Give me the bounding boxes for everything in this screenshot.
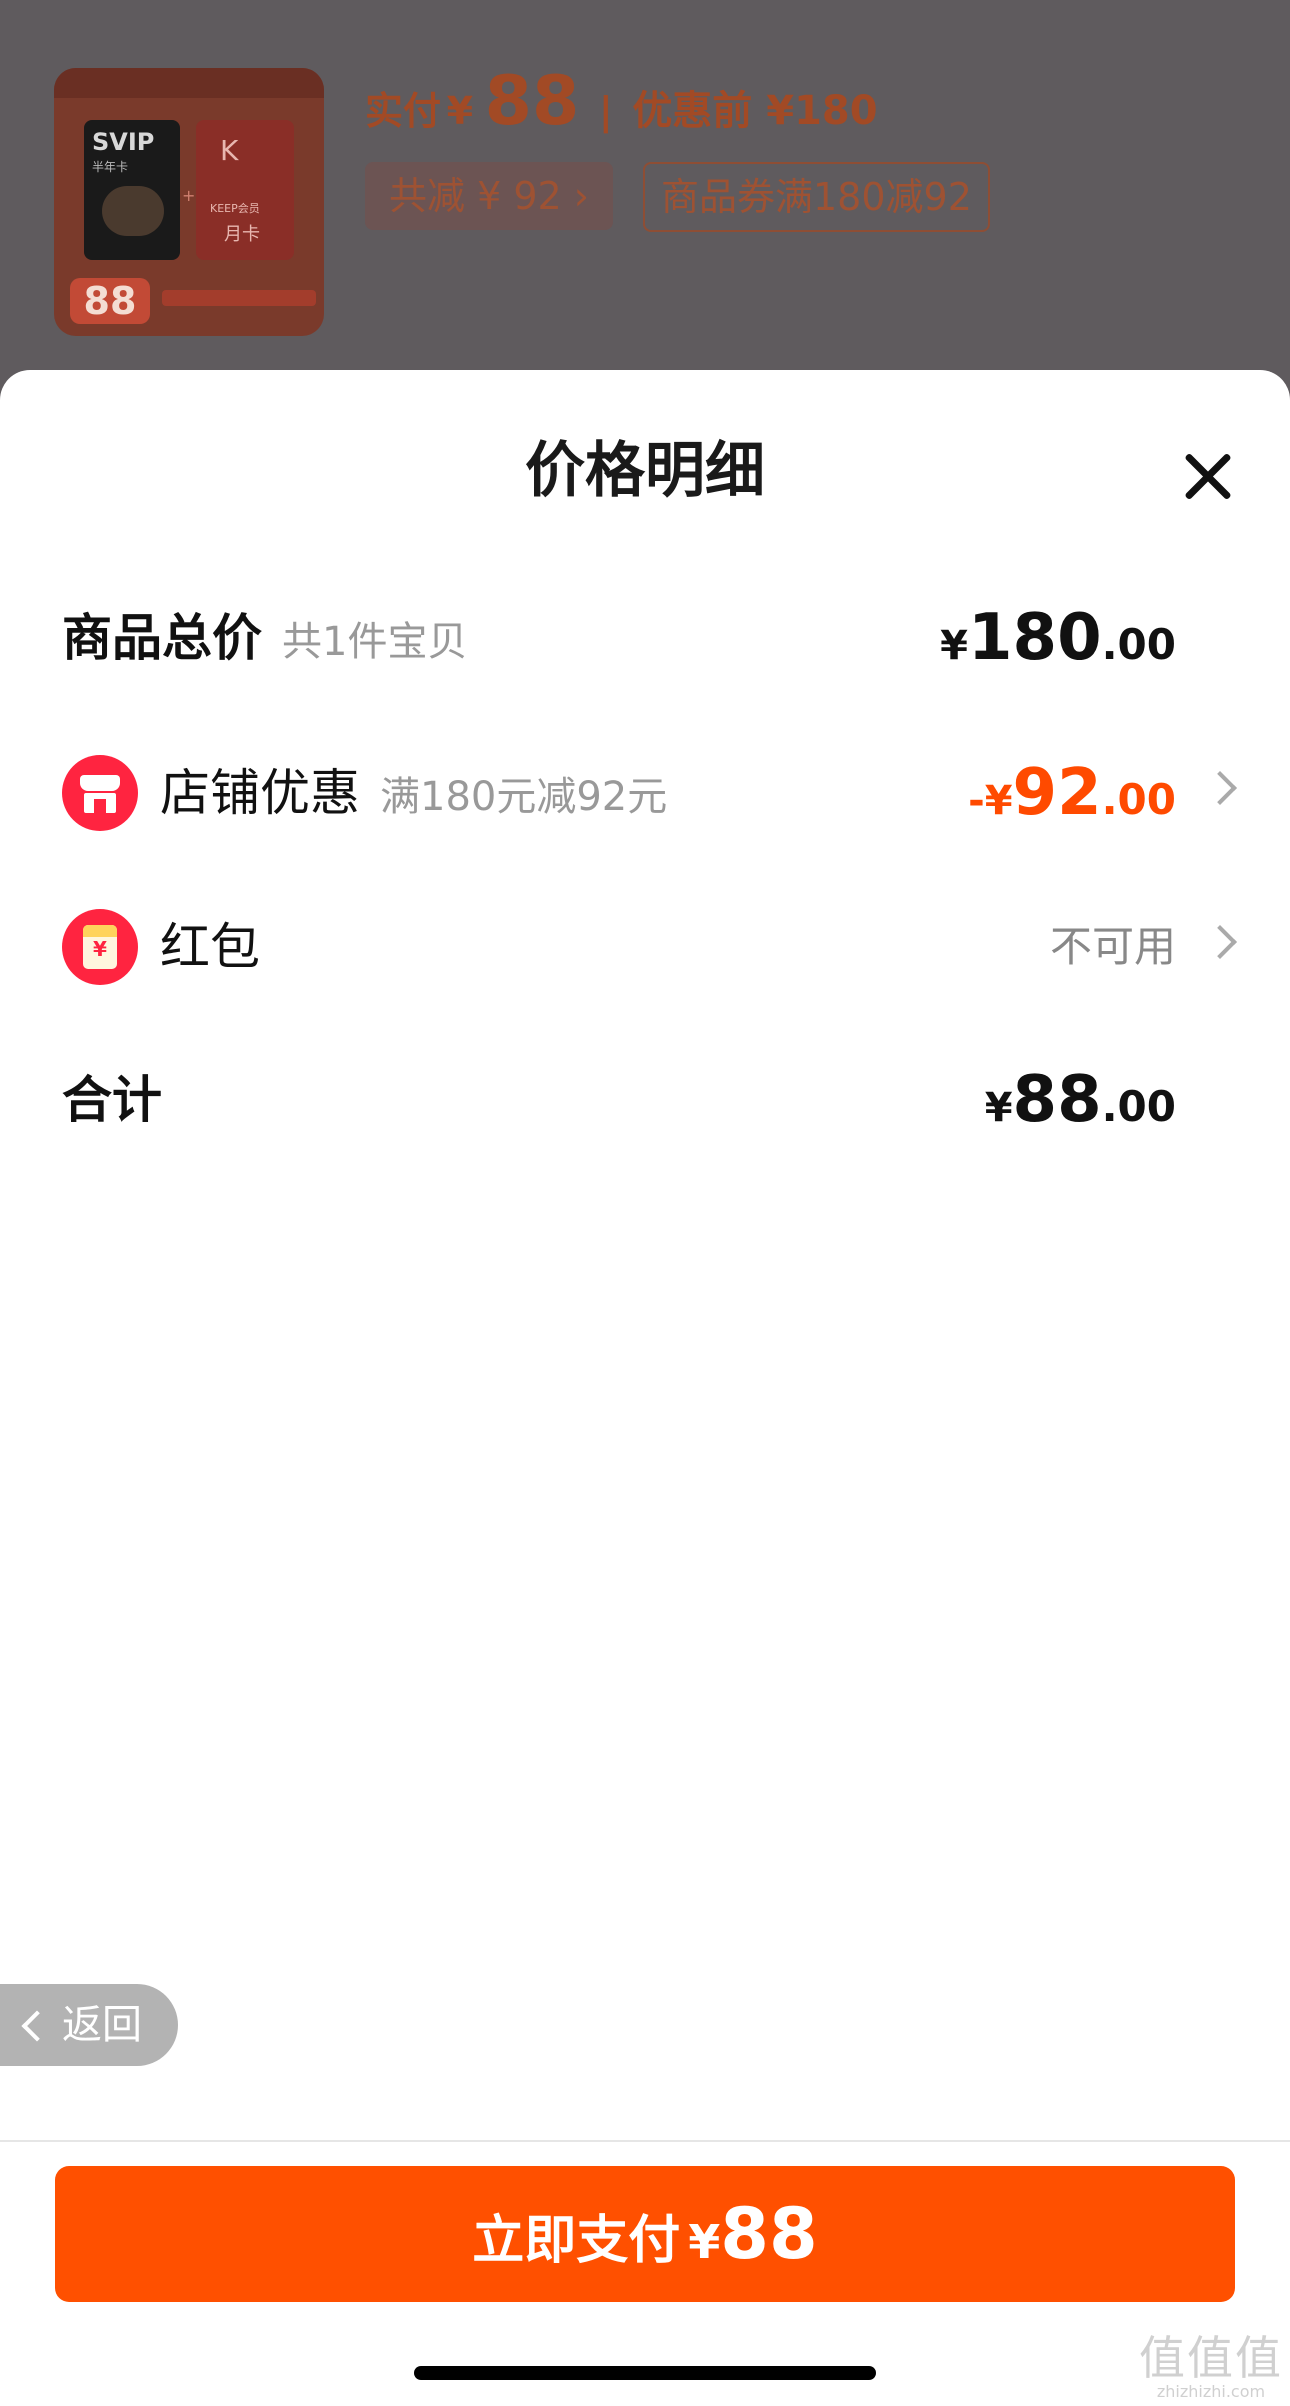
thumbnail-footer-strip — [162, 290, 316, 306]
pay-now-amount: 88 — [720, 2193, 818, 2275]
close-icon[interactable] — [1180, 448, 1236, 504]
shop-discount-currency: ¥ — [984, 778, 1013, 824]
goods-total-int: 180 — [968, 601, 1102, 675]
red-envelope-status: 不可用 — [1049, 922, 1176, 971]
grand-total-int: 88 — [1012, 1063, 1102, 1137]
chevron-right-icon — [1203, 771, 1237, 805]
shop-icon-roof — [80, 775, 120, 791]
thumbnail-top-strip — [54, 68, 324, 98]
grand-total-dec: .00 — [1101, 1082, 1176, 1131]
goods-total-dec: .00 — [1101, 620, 1176, 669]
chevron-left-icon — [21, 2010, 53, 2042]
keep-card-image: K KEEP会员 月卡 — [196, 120, 294, 260]
pay-now-button[interactable]: 立即支付 ¥88 — [55, 2166, 1235, 2302]
price-detail-sheet: 价格明细 商品总价 共1件宝贝 ¥180.00 店铺优惠 满180元减92元 -¥9… — [0, 370, 1290, 2406]
row-goods-total: 商品总价 共1件宝贝 ¥180.00 — [0, 583, 1290, 693]
home-indicator[interactable] — [414, 2366, 876, 2380]
shop-discount-dec: .00 — [1101, 775, 1176, 824]
chevron-right-icon — [1203, 925, 1237, 959]
row-red-envelope[interactable]: ¥ 红包 不可用 — [0, 892, 1290, 1002]
product-header-overlay[interactable]: SVIP 半年卡 + K KEEP会员 月卡 88 实付 ¥ 88 | 优惠前 … — [0, 0, 1290, 400]
shop-discount-title: 店铺优惠 — [160, 764, 360, 822]
site-watermark: 值值值 zhizhizhi.com — [1136, 2322, 1286, 2401]
footer-divider — [0, 2140, 1290, 2142]
shop-discount-value: -¥92.00 — [968, 738, 1176, 864]
coupon-tag: 商品券满180减92 — [643, 162, 990, 232]
plus-icon: + — [182, 186, 196, 205]
row-grand-total: 合计 ¥88.00 — [0, 1045, 1290, 1155]
keep-logo-icon: K — [220, 134, 239, 167]
svip-card-image: SVIP 半年卡 — [84, 120, 180, 260]
envelope-flap — [83, 925, 117, 937]
grand-total-label: 合计 — [62, 1071, 162, 1129]
pay-now-currency: ¥ — [688, 2215, 721, 2269]
actual-pay-label: 实付 — [365, 89, 442, 133]
before-discount-price: 优惠前 ¥180 — [632, 88, 878, 134]
shop-icon-door — [94, 799, 106, 813]
red-envelope-icon: ¥ — [62, 909, 138, 985]
shop-discount-int: 92 — [1012, 756, 1102, 830]
pay-now-label: 立即支付 — [472, 2211, 681, 2271]
shop-icon — [62, 755, 138, 831]
watermark-url: zhizhizhi.com — [1156, 2382, 1266, 2401]
actual-pay: 实付 ¥ 88 | 优惠前 ¥180 — [365, 62, 878, 141]
goods-total-count: 共1件宝贝 — [282, 619, 468, 665]
actual-pay-amount: 88 — [484, 62, 580, 141]
keep-card-text: KEEP会员 — [210, 202, 260, 215]
svip-card-title: SVIP — [92, 128, 155, 156]
grand-total-currency: ¥ — [984, 1085, 1013, 1131]
goods-total-currency: ¥ — [940, 623, 968, 669]
back-label: 返回 — [62, 2002, 142, 2048]
goods-total-label: 商品总价 共1件宝贝 — [62, 583, 467, 697]
watermark-glyph: 值值值 — [1139, 2331, 1283, 2385]
back-button[interactable]: 返回 — [0, 1984, 178, 2066]
svip-card-art — [102, 186, 164, 236]
keep-card-month: 月卡 — [224, 224, 260, 245]
shop-discount-label: 店铺优惠 满180元减92元 — [160, 738, 667, 852]
svip-card-sub: 半年卡 — [92, 160, 129, 174]
envelope-yen-glyph: ¥ — [93, 937, 107, 961]
goods-total-value: ¥180.00 — [940, 583, 1176, 709]
grand-total-value: ¥88.00 — [985, 1045, 1176, 1171]
actual-pay-currency: ¥ — [446, 89, 474, 133]
total-saving-tag[interactable]: 共减 ¥ 92 › — [365, 162, 613, 230]
shop-discount-rule: 满180元减92元 — [380, 774, 668, 820]
price-separator: | — [598, 89, 613, 133]
sheet-title: 价格明细 — [525, 436, 765, 506]
product-thumbnail: SVIP 半年卡 + K KEEP会员 月卡 88 — [54, 68, 324, 336]
red-envelope-label: 红包 — [160, 918, 260, 976]
goods-total-title: 商品总价 — [62, 609, 262, 667]
thumbnail-price-badge: 88 — [70, 278, 150, 324]
row-shop-discount[interactable]: 店铺优惠 满180元减92元 -¥92.00 — [0, 738, 1290, 848]
shop-discount-prefix: - — [968, 778, 985, 824]
